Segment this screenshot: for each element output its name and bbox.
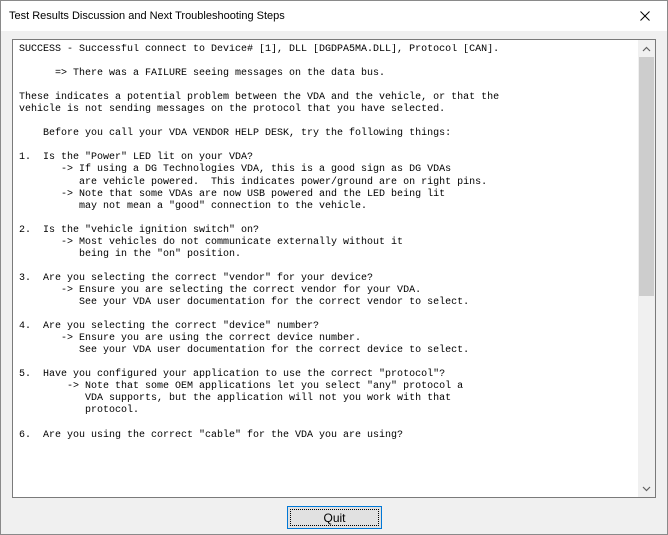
text-line: 4. Are you selecting the correct "device… [19, 321, 320, 333]
scroll-up-button[interactable] [638, 40, 655, 57]
results-text: SUCCESS - Successful connect to Device# … [19, 44, 633, 495]
text-line: 6. Are you using the correct "cable" for… [19, 429, 404, 441]
text-line: vehicle is not sending messages on the p… [19, 104, 446, 116]
results-textbox[interactable]: SUCCESS - Successful connect to Device# … [12, 39, 656, 498]
text-line: -> Most vehicles do not communicate exte… [19, 236, 404, 248]
scroll-down-button[interactable] [638, 480, 655, 497]
text-line: VDA supports, but the application will n… [19, 393, 452, 405]
vertical-scrollbar[interactable] [638, 40, 655, 497]
close-icon [640, 11, 650, 21]
title-bar: Test Results Discussion and Next Trouble… [1, 1, 667, 31]
text-line: -> Ensure you are selecting the correct … [19, 284, 422, 296]
text-line: being in the "on" position. [19, 248, 242, 260]
dialog-window: Test Results Discussion and Next Trouble… [0, 0, 668, 535]
text-line: 2. Is the "vehicle ignition switch" on? [19, 224, 260, 236]
text-line: -> If using a DG Technologies VDA, this … [19, 164, 452, 176]
text-line: -> Note that some OEM applications let y… [19, 381, 464, 393]
close-button[interactable] [623, 1, 667, 31]
text-line: See your VDA user documentation for the … [19, 345, 470, 357]
text-line: protocol. [19, 405, 140, 417]
text-line: 1. Is the "Power" LED lit on your VDA? [19, 152, 254, 164]
scroll-thumb[interactable] [639, 57, 654, 296]
chevron-down-icon [642, 486, 651, 491]
text-line: SUCCESS - Successful connect to Device# … [19, 44, 500, 55]
text-line: may not mean a "good" connection to the … [19, 200, 368, 212]
window-title: Test Results Discussion and Next Trouble… [9, 10, 285, 22]
chevron-up-icon [642, 46, 651, 51]
text-line: These indicates a potential problem betw… [19, 92, 500, 104]
text-line: are vehicle powered. This indicates powe… [19, 176, 488, 188]
text-line: Before you call your VDA VENDOR HELP DES… [19, 128, 452, 140]
text-line: See your VDA user documentation for the … [19, 296, 470, 308]
quit-button[interactable]: Quit [287, 506, 382, 529]
text-line: -> Ensure you are using the correct devi… [19, 333, 362, 345]
text-line: 5. Have you configured your application … [19, 369, 446, 381]
text-line: -> Note that some VDAs are now USB power… [19, 188, 446, 200]
text-line: 3. Are you selecting the correct "vendor… [19, 272, 374, 284]
text-line: => There was a FAILURE seeing messages o… [19, 68, 386, 80]
